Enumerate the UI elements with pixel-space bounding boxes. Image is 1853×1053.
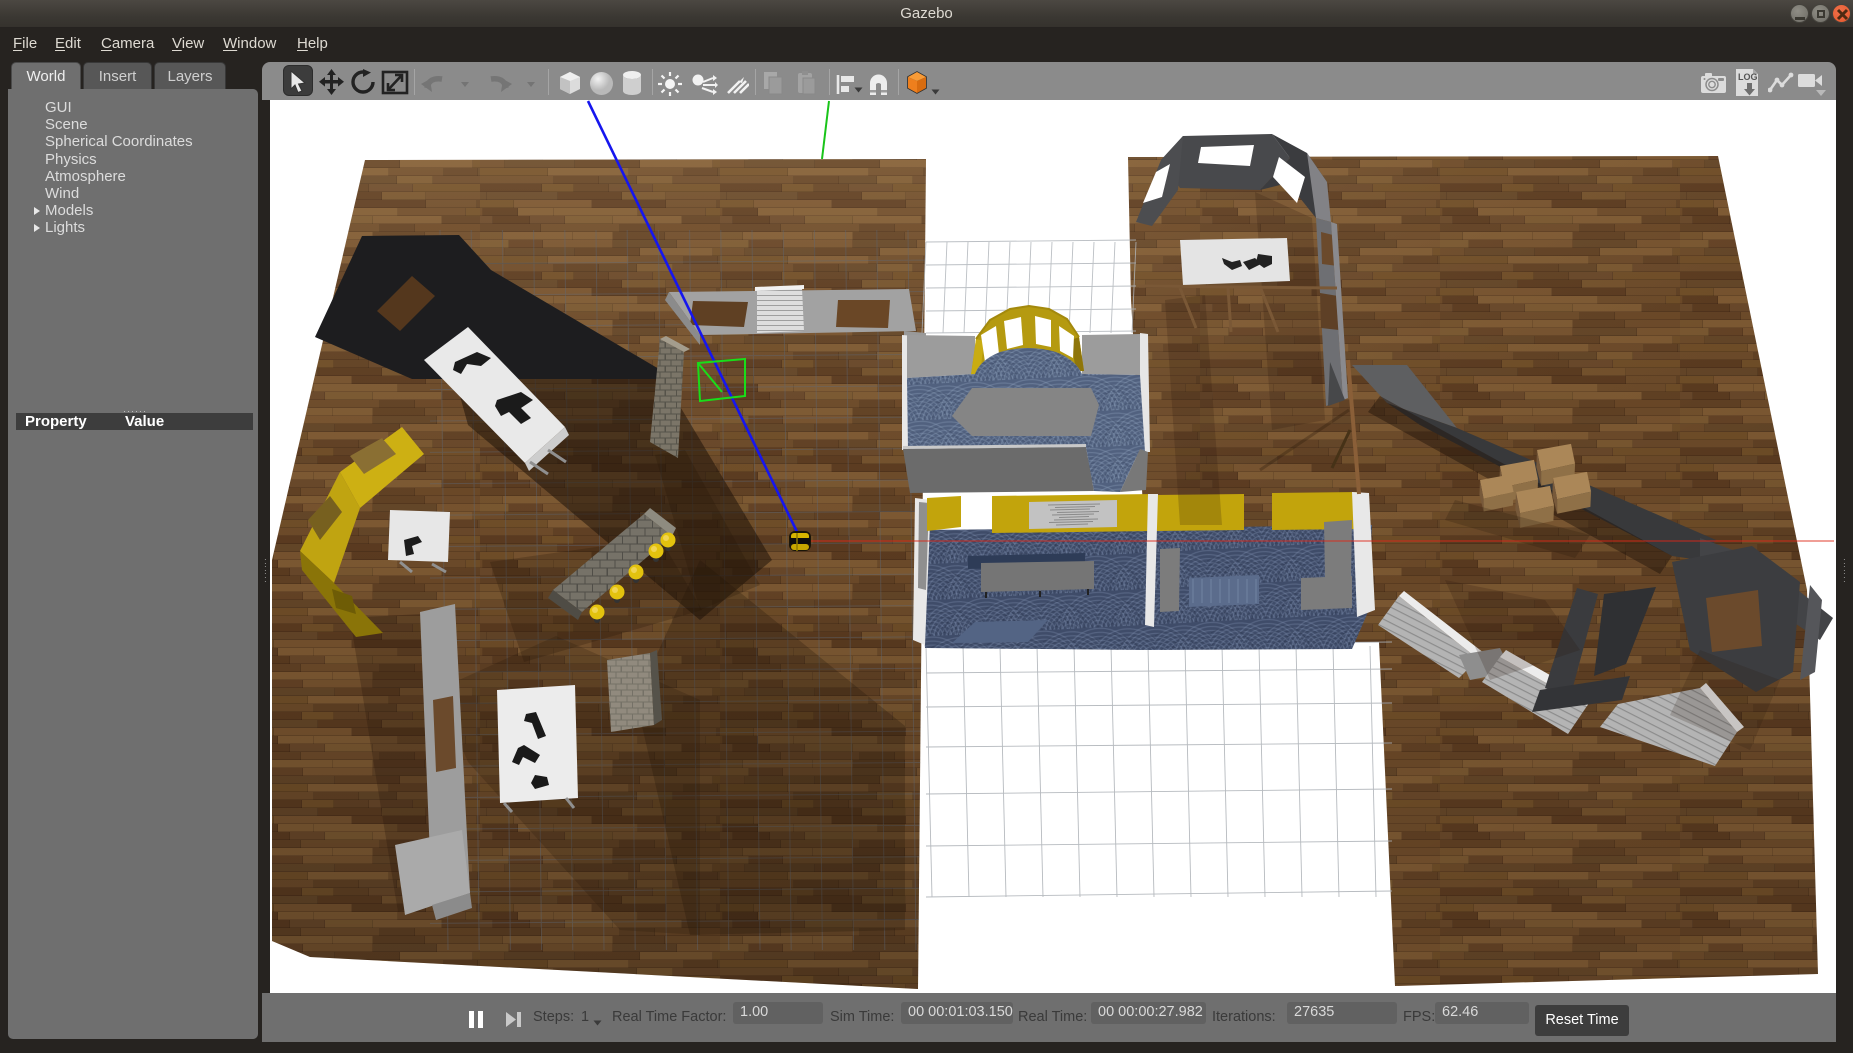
svg-text:LOG: LOG bbox=[1738, 72, 1758, 82]
